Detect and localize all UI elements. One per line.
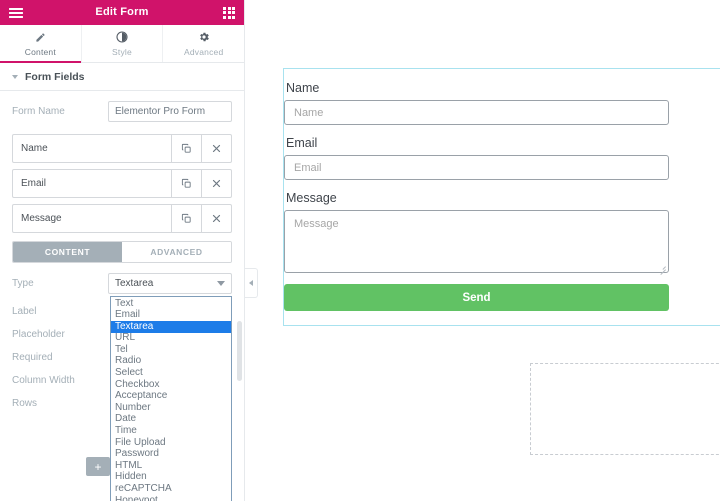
preview-label-name: Name <box>286 81 705 95</box>
preview-input-email[interactable]: Email <box>284 155 669 180</box>
section-form-fields[interactable]: Form Fields <box>0 63 244 91</box>
field-item-name[interactable]: Name <box>12 134 232 163</box>
panel-scrollbar[interactable] <box>237 321 242 501</box>
control-type-label: Type <box>12 278 108 289</box>
tab-advanced[interactable]: Advanced <box>163 25 244 62</box>
field-label: Name <box>13 135 171 162</box>
dropdown-option[interactable]: Text <box>111 298 231 310</box>
sub-tab-advanced[interactable]: ADVANCED <box>122 242 231 262</box>
send-button[interactable]: Send <box>284 284 669 311</box>
duplicate-icon[interactable] <box>171 205 201 232</box>
control-placeholder-label: Placeholder <box>12 329 108 340</box>
type-select-dropdown[interactable]: Text Email Textarea URL Tel Radio Select… <box>110 296 232 501</box>
duplicate-icon[interactable] <box>171 170 201 197</box>
preview-canvas: Name Name Email Email Message Message Se… <box>245 0 720 501</box>
control-label-label: Label <box>12 306 108 317</box>
dropdown-option[interactable]: Number <box>111 402 231 414</box>
dropdown-option[interactable]: File Upload <box>111 437 231 449</box>
add-field-button[interactable]: + <box>86 457 110 476</box>
dropdown-option[interactable]: Email <box>111 310 231 322</box>
dropdown-option[interactable]: Hidden <box>111 472 231 484</box>
tab-content[interactable]: Content <box>0 25 82 62</box>
preview-label-email: Email <box>286 136 705 150</box>
sub-tab-content[interactable]: CONTENT <box>13 242 122 262</box>
panel-scrollbar-thumb[interactable] <box>237 321 242 381</box>
dropdown-option[interactable]: Radio <box>111 356 231 368</box>
form-widget[interactable]: Name Name Email Email Message Message Se… <box>283 68 720 326</box>
field-sub-tabs: CONTENT ADVANCED <box>12 241 232 263</box>
section-title: Form Fields <box>25 71 85 83</box>
preview-input-name[interactable]: Name <box>284 100 669 125</box>
dropdown-option[interactable]: HTML <box>111 460 231 472</box>
tab-style-label: Style <box>112 47 132 57</box>
dropdown-option[interactable]: reCAPTCHA <box>111 484 231 496</box>
dropdown-option[interactable]: Tel <box>111 344 231 356</box>
control-type: Type Textarea <box>12 273 232 294</box>
dropdown-option[interactable]: Select <box>111 368 231 380</box>
preview-textarea-placeholder: Message <box>294 218 339 230</box>
contrast-icon <box>116 31 129 44</box>
control-required-label: Required <box>12 352 108 363</box>
form-name-row: Form Name Elementor Pro Form <box>12 101 232 122</box>
preview-label-message: Message <box>286 191 705 205</box>
preview-textarea-message[interactable]: Message <box>284 210 669 273</box>
dropdown-option[interactable]: URL <box>111 333 231 345</box>
caret-down-icon <box>12 75 18 79</box>
field-item-message[interactable]: Message <box>12 204 232 233</box>
panel-header: Edit Form <box>0 0 244 25</box>
type-select[interactable]: Textarea <box>108 273 232 294</box>
select-caret-icon <box>217 281 225 286</box>
form-name-input[interactable]: Elementor Pro Form <box>108 101 232 122</box>
form-name-label: Form Name <box>12 106 108 117</box>
tab-style[interactable]: Style <box>82 25 164 62</box>
close-icon[interactable] <box>201 205 231 232</box>
dropdown-option-selected[interactable]: Textarea <box>111 321 231 333</box>
panel-collapse-handle[interactable] <box>245 268 258 298</box>
panel-title: Edit Form <box>0 6 244 18</box>
dropdown-option[interactable]: Honeypot <box>111 495 231 501</box>
widgets-grid-icon[interactable] <box>223 7 235 19</box>
dropdown-option[interactable]: Date <box>111 414 231 426</box>
chevron-left-icon <box>249 280 253 286</box>
dropdown-option[interactable]: Checkbox <box>111 379 231 391</box>
dropdown-option[interactable]: Time <box>111 426 231 438</box>
dropdown-option[interactable]: Acceptance <box>111 391 231 403</box>
editor-panel: Edit Form Content <box>0 0 245 501</box>
control-rows-label: Rows <box>12 398 108 409</box>
panel-tabs: Content Style Advanced <box>0 25 244 63</box>
close-icon[interactable] <box>201 170 231 197</box>
control-column-width-label: Column Width <box>12 375 108 386</box>
pencil-icon <box>34 31 47 44</box>
close-icon[interactable] <box>201 135 231 162</box>
elementor-editor: Edit Form Content <box>0 0 720 501</box>
gear-icon <box>197 31 210 44</box>
field-item-email[interactable]: Email <box>12 169 232 198</box>
resize-handle-icon[interactable] <box>659 263 666 270</box>
widget-drop-zone[interactable] <box>530 363 720 455</box>
duplicate-icon[interactable] <box>171 135 201 162</box>
tab-content-label: Content <box>25 47 56 57</box>
type-select-value: Textarea <box>115 278 153 289</box>
dropdown-option[interactable]: Password <box>111 449 231 461</box>
field-label: Email <box>13 170 171 197</box>
field-label: Message <box>13 205 171 232</box>
tab-advanced-label: Advanced <box>184 47 223 57</box>
hamburger-menu-icon[interactable] <box>9 8 23 18</box>
